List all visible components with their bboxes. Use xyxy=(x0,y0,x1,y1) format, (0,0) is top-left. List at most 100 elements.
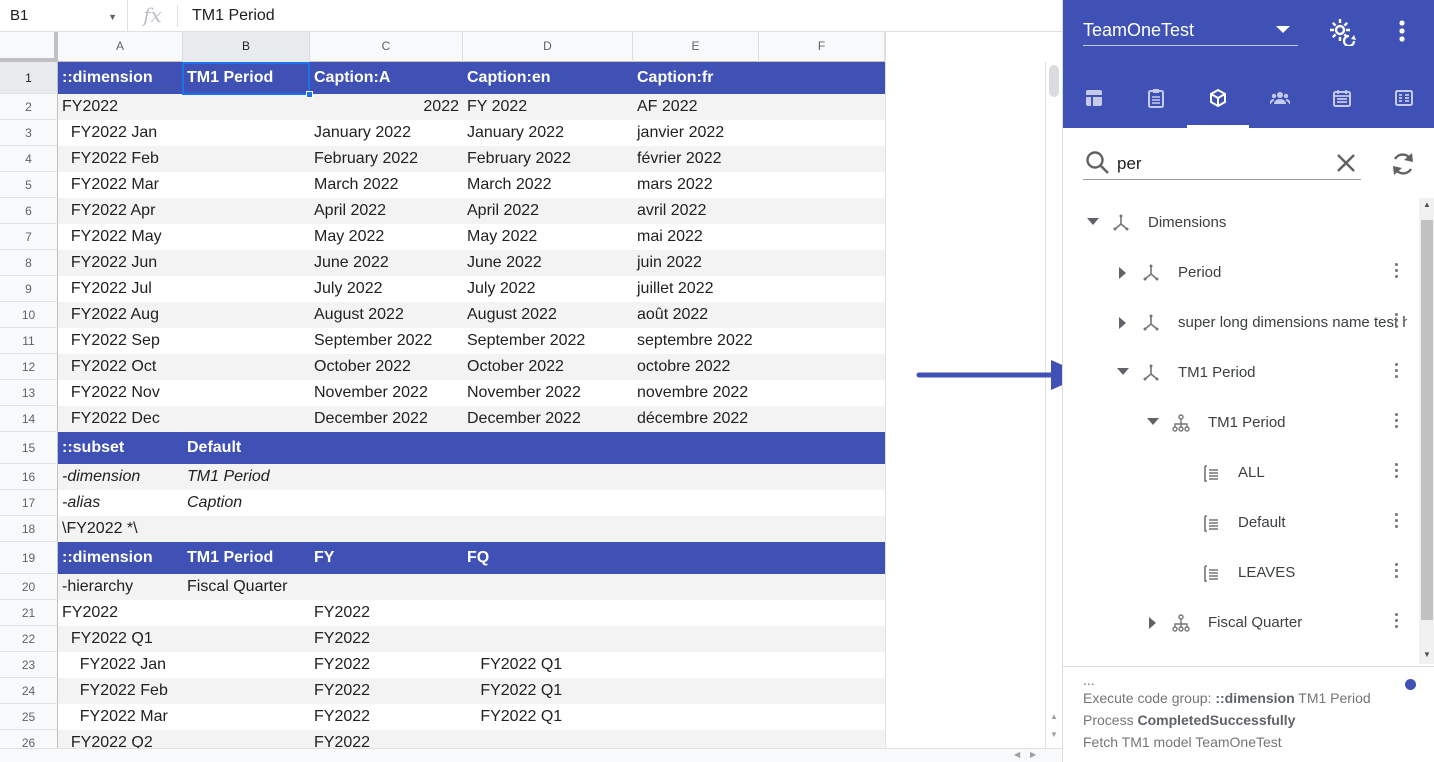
column-header-f[interactable]: F xyxy=(759,32,885,62)
chevron-down-icon[interactable]: ▼ xyxy=(108,12,117,22)
cell-d16[interactable] xyxy=(463,464,633,490)
more-vert-icon[interactable] xyxy=(1391,18,1413,44)
cell-a5[interactable]: FY2022 Mar xyxy=(58,172,183,198)
row-number[interactable]: 2 xyxy=(0,94,58,120)
cell-a22[interactable]: FY2022 Q1 xyxy=(58,626,183,652)
tree-node[interactable]: super long dimensions name test h xyxy=(1063,298,1419,348)
scroll-up-icon[interactable]: ▲ xyxy=(1419,200,1434,209)
tree-node[interactable]: ALL xyxy=(1063,448,1419,498)
cell-b13[interactable] xyxy=(183,380,310,406)
cell-a12[interactable]: FY2022 Oct xyxy=(58,354,183,380)
cell-e7[interactable]: mai 2022 xyxy=(633,224,759,250)
cell-d17[interactable] xyxy=(463,490,633,516)
sheet-grid[interactable]: 1::dimension TM1 Period Caption:A Caption:e… xyxy=(0,62,885,748)
row-number[interactable]: 5 xyxy=(0,172,58,198)
scroll-thumb[interactable] xyxy=(1421,220,1433,620)
row-number[interactable]: 16 xyxy=(0,464,58,490)
cell-b21[interactable] xyxy=(183,600,310,626)
cell-e14[interactable]: décembre 2022 xyxy=(633,406,759,432)
caret-right-icon[interactable] xyxy=(1119,317,1126,329)
cell-e15[interactable] xyxy=(633,432,759,464)
column-header-b[interactable]: B xyxy=(183,32,310,62)
cell-c9[interactable]: July 2022 xyxy=(310,276,463,302)
cell-b23[interactable] xyxy=(183,652,310,678)
cell-e17[interactable] xyxy=(633,490,759,516)
cell-a26[interactable]: FY2022 Q2 xyxy=(58,730,183,748)
cell-b22[interactable] xyxy=(183,626,310,652)
row-number[interactable]: 3 xyxy=(0,120,58,146)
row-number[interactable]: 21 xyxy=(0,600,58,626)
caret-down-icon[interactable] xyxy=(1087,218,1099,225)
more-vert-icon[interactable] xyxy=(1395,413,1399,431)
cell-d15[interactable] xyxy=(463,432,633,464)
cell-e2[interactable]: AF 2022 xyxy=(633,94,759,120)
scroll-thumb[interactable] xyxy=(1049,65,1059,97)
cell-a6[interactable]: FY2022 Apr xyxy=(58,198,183,224)
cell-b10[interactable] xyxy=(183,302,310,328)
cell-a24[interactable]: FY2022 Feb xyxy=(58,678,183,704)
row-number[interactable]: 23 xyxy=(0,652,58,678)
more-vert-icon[interactable] xyxy=(1395,263,1399,281)
cell-c14[interactable]: December 2022 xyxy=(310,406,463,432)
row-number[interactable]: 10 xyxy=(0,302,58,328)
column-header-e[interactable]: E xyxy=(633,32,759,62)
cell-d8[interactable]: June 2022 xyxy=(463,250,633,276)
gear-sync-icon[interactable] xyxy=(1327,16,1357,46)
cell-e26[interactable] xyxy=(633,730,759,748)
cell-e4[interactable]: février 2022 xyxy=(633,146,759,172)
cell-d2[interactable]: FY 2022 xyxy=(463,94,633,120)
scroll-down-icon[interactable]: ▼ xyxy=(1419,650,1434,659)
row-number[interactable]: 12 xyxy=(0,354,58,380)
cell-e10[interactable]: août 2022 xyxy=(633,302,759,328)
cell-b3[interactable] xyxy=(183,120,310,146)
cell-e18[interactable] xyxy=(633,516,759,542)
cell-a7[interactable]: FY2022 May xyxy=(58,224,183,250)
cell-b14[interactable] xyxy=(183,406,310,432)
cell-a17[interactable]: -alias xyxy=(58,490,183,516)
cell-a10[interactable]: FY2022 Aug xyxy=(58,302,183,328)
cell-c17[interactable] xyxy=(310,490,463,516)
cell-d6[interactable]: April 2022 xyxy=(463,198,633,224)
cell-e16[interactable] xyxy=(633,464,759,490)
cell-c1[interactable]: Caption:A xyxy=(310,62,463,94)
cell-b26[interactable] xyxy=(183,730,310,748)
cell-e20[interactable] xyxy=(633,574,759,600)
tab-model[interactable] xyxy=(1187,82,1249,128)
column-header-c[interactable]: C xyxy=(310,32,463,62)
cell-e23[interactable] xyxy=(633,652,759,678)
cell-c3[interactable]: January 2022 xyxy=(310,120,463,146)
cell-e3[interactable]: janvier 2022 xyxy=(633,120,759,146)
cell-d3[interactable]: January 2022 xyxy=(463,120,633,146)
cell-d1[interactable]: Caption:en xyxy=(463,62,633,94)
cell-e8[interactable]: juin 2022 xyxy=(633,250,759,276)
caret-right-icon[interactable] xyxy=(1149,617,1156,629)
caret-down-icon[interactable] xyxy=(1117,368,1129,375)
cell-a1[interactable]: ::dimension xyxy=(58,62,183,94)
more-vert-icon[interactable] xyxy=(1395,613,1399,631)
row-number[interactable]: 6 xyxy=(0,198,58,224)
cell-d24[interactable]: FY2022 Q1 xyxy=(463,678,633,704)
cell-a18[interactable]: \FY2022 *\ xyxy=(58,516,183,542)
cell-e24[interactable] xyxy=(633,678,759,704)
cell-b18[interactable] xyxy=(183,516,310,542)
cell-c15[interactable] xyxy=(310,432,463,464)
cell-d7[interactable]: May 2022 xyxy=(463,224,633,250)
cell-a16[interactable]: -dimension xyxy=(58,464,183,490)
row-number[interactable]: 7 xyxy=(0,224,58,250)
cell-a14[interactable]: FY2022 Dec xyxy=(58,406,183,432)
cell-d13[interactable]: November 2022 xyxy=(463,380,633,406)
cell-c20[interactable] xyxy=(310,574,463,600)
cell-b1[interactable]: TM1 Period xyxy=(183,62,310,94)
scroll-right-icon[interactable]: ▶ xyxy=(1030,750,1036,759)
cell-b15[interactable]: Default xyxy=(183,432,310,464)
cell-b11[interactable] xyxy=(183,328,310,354)
row-number[interactable]: 17 xyxy=(0,490,58,516)
cell-b16[interactable]: TM1 Period xyxy=(183,464,310,490)
cell-c26[interactable]: FY2022 xyxy=(310,730,463,748)
caret-down-icon[interactable] xyxy=(1147,418,1159,425)
cell-b8[interactable] xyxy=(183,250,310,276)
cell-a9[interactable]: FY2022 Jul xyxy=(58,276,183,302)
cell-a19[interactable]: ::dimension xyxy=(58,542,183,574)
cell-c18[interactable] xyxy=(310,516,463,542)
cell-a23[interactable]: FY2022 Jan xyxy=(58,652,183,678)
